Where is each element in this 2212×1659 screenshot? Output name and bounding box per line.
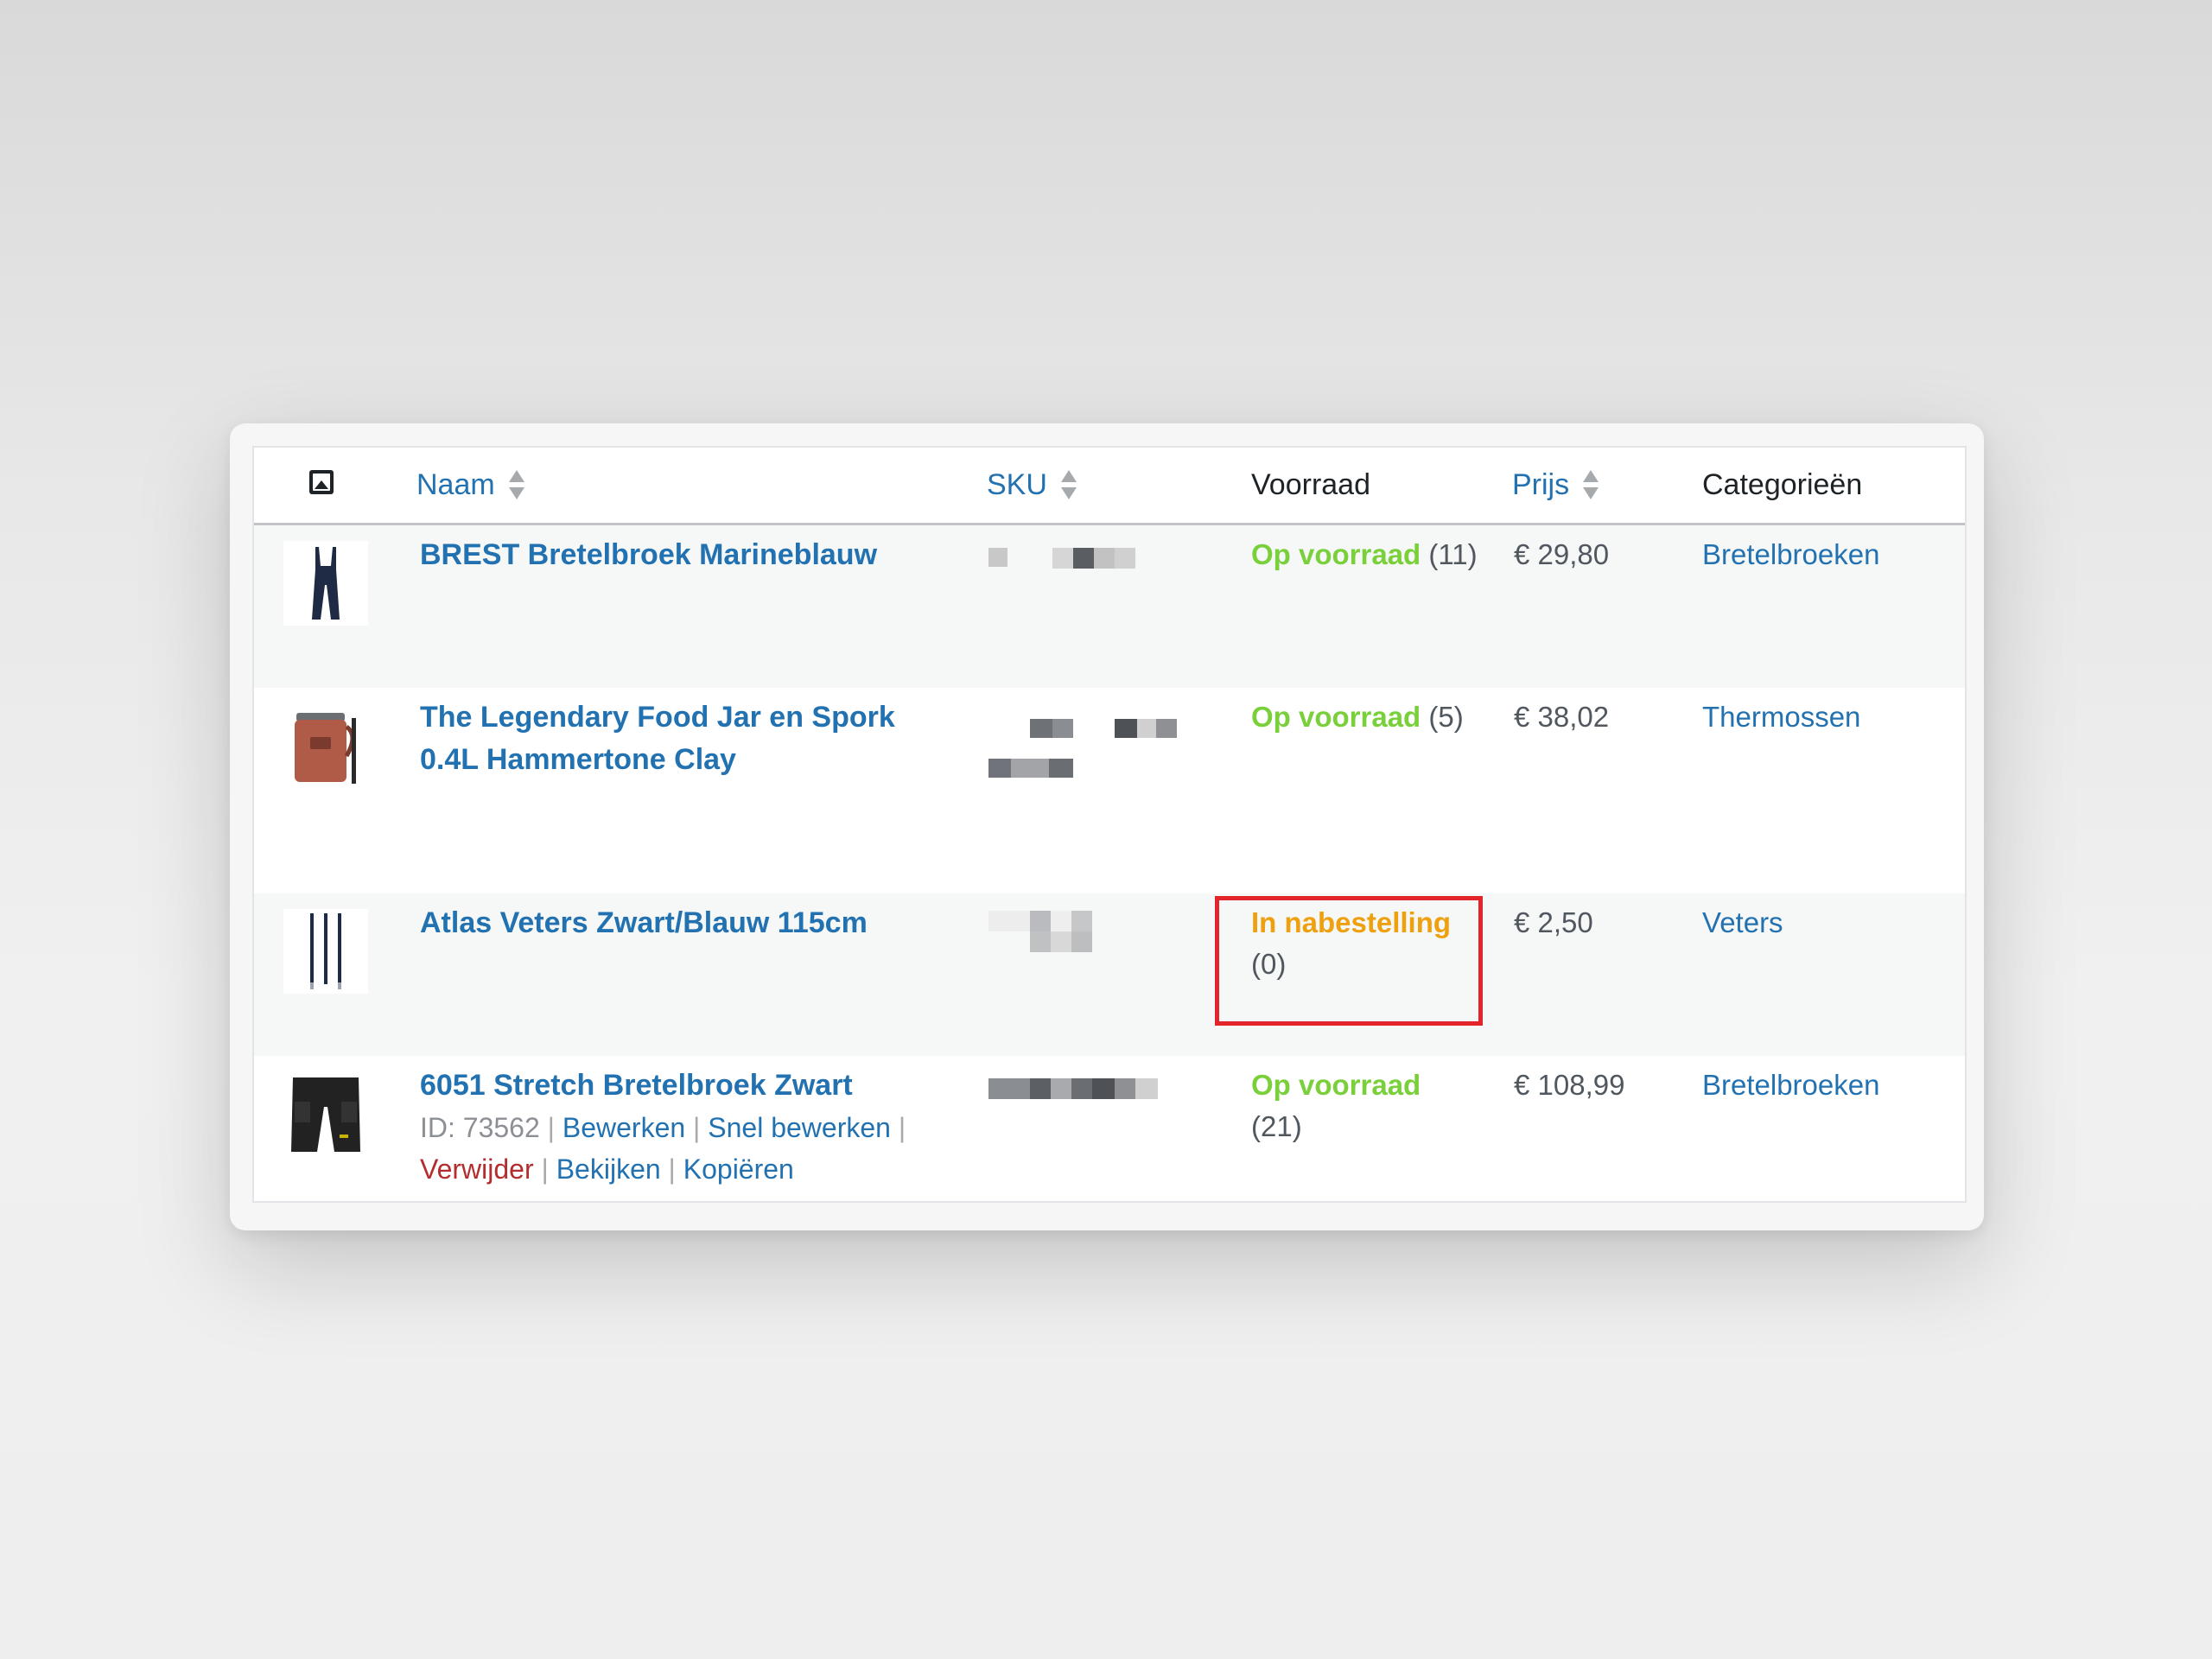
column-stock: Voorraad [1251,448,1370,522]
stock-status: Op voorraad [1251,1069,1421,1101]
sort-icon[interactable] [1583,468,1599,501]
product-name-link[interactable]: The Legendary Food Jar en Spork 0.4L Ham… [420,696,895,781]
separator: | [547,1112,555,1143]
sort-icon[interactable] [1060,468,1077,501]
separator: | [541,1154,549,1185]
column-categories: Categorieën [1702,448,1862,522]
column-name[interactable]: Naam [416,448,524,522]
work-pants-icon[interactable] [283,1071,368,1156]
laces-icon[interactable] [283,909,368,994]
category-link[interactable]: Veters [1702,902,1783,944]
product-name-line[interactable]: The Legendary Food Jar en Spork [420,696,895,739]
table-row: BREST Bretelbroek Marineblauw Op voorraa… [254,525,1965,688]
product-name-link[interactable]: BREST Bretelbroek Marineblauw [420,534,877,576]
price: € 29,80 [1514,538,1610,570]
category-link[interactable]: Bretelbroeken [1702,1065,1879,1106]
table-row: 6051 Stretch Bretelbroek Zwart ID: 73562… [254,1056,1965,1201]
column-categories-label: Categorieën [1702,467,1863,501]
stock-qty: (5) [1428,701,1464,733]
product-id: ID: 73562 [420,1112,540,1143]
product-name-link[interactable]: Atlas Veters Zwart/Blauw 115cm [420,902,868,944]
stock-cell: Op voorraad (5) [1251,696,1464,738]
products-table: Naam SKU Voorraad Prijs Categorieën BRES… [252,446,1967,1203]
stock-cell: Op voorraad (21) [1251,1065,1421,1147]
table-header: Naam SKU Voorraad Prijs Categorieën [254,448,1965,525]
overalls-icon[interactable] [283,541,368,626]
column-price-label[interactable]: Prijs [1512,468,1569,502]
price: € 108,99 [1514,1069,1625,1101]
stock-qty: (21) [1251,1110,1302,1142]
delete-link[interactable]: Verwijder [420,1154,534,1185]
category-link[interactable]: Thermossen [1702,696,1860,738]
product-name-cell: 6051 Stretch Bretelbroek Zwart ID: 73562… [420,1065,906,1190]
column-sku-label[interactable]: SKU [987,468,1047,502]
food-jar-icon[interactable] [283,703,368,788]
column-sku[interactable]: SKU [987,448,1077,522]
row-actions: ID: 73562 | Bewerken | Snel bewerken | [420,1107,906,1148]
quick-edit-link[interactable]: Snel bewerken [708,1112,891,1143]
copy-link[interactable]: Kopiëren [683,1154,794,1185]
screenshot-window: Naam SKU Voorraad Prijs Categorieën BRES… [230,423,1984,1230]
edit-link[interactable]: Bewerken [563,1112,685,1143]
price: € 38,02 [1514,701,1610,733]
column-stock-label: Voorraad [1251,467,1370,501]
table-row: The Legendary Food Jar en Spork 0.4L Ham… [254,688,1965,893]
view-link[interactable]: Bekijken [556,1154,661,1185]
product-name-link[interactable]: 6051 Stretch Bretelbroek Zwart [420,1065,906,1107]
category-link[interactable]: Bretelbroeken [1702,534,1879,575]
column-price[interactable]: Prijs [1512,448,1599,522]
product-name-line[interactable]: 0.4L Hammertone Clay [420,739,895,781]
stock-status: Op voorraad [1251,701,1421,733]
row-actions: Verwijder | Bekijken | Kopiëren [420,1148,906,1190]
separator: | [668,1154,676,1185]
separator: | [898,1112,906,1143]
separator: | [693,1112,701,1143]
column-name-label[interactable]: Naam [416,468,495,502]
image-icon [309,470,334,494]
table-row: Atlas Veters Zwart/Blauw 115cm In nabest… [254,893,1965,1056]
stock-cell: Op voorraad (11) [1251,534,1478,575]
highlight-box [1215,896,1483,1026]
sort-icon[interactable] [508,468,524,501]
stock-status: Op voorraad [1251,538,1421,570]
price: € 2,50 [1514,906,1593,938]
stock-qty: (11) [1428,538,1478,570]
